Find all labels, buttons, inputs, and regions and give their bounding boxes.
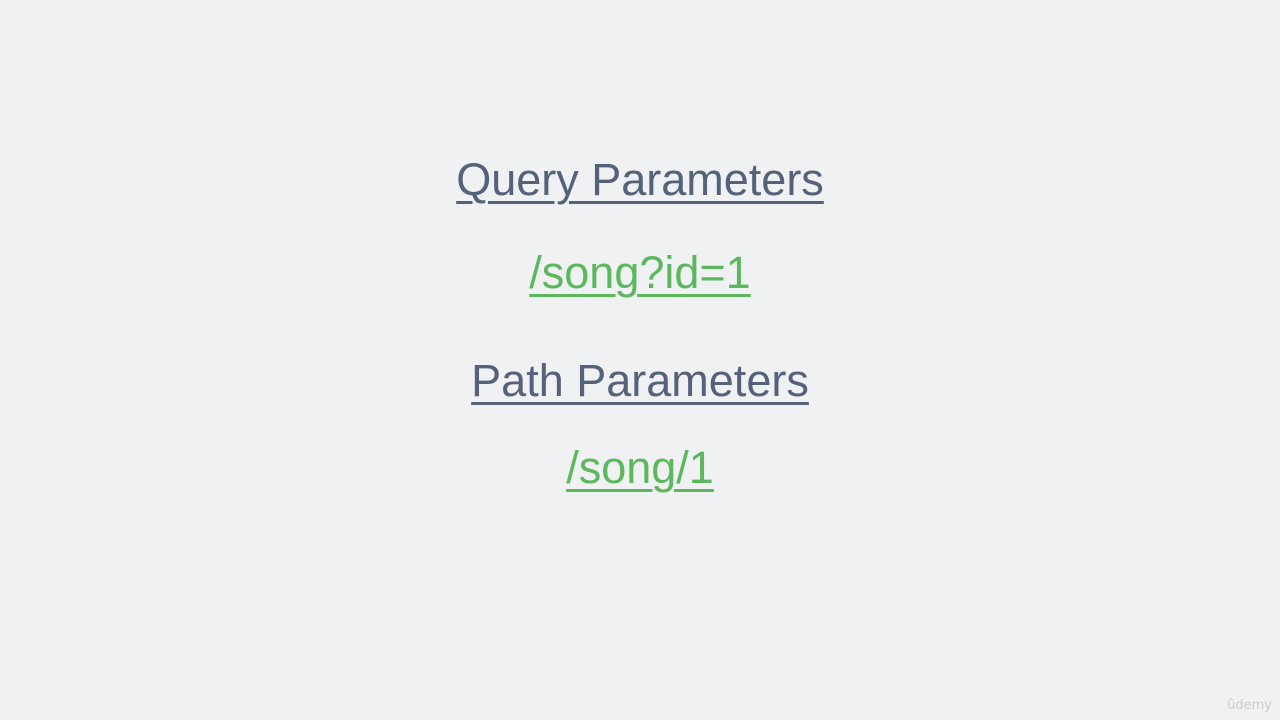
- path-parameters-heading: Path Parameters: [471, 355, 809, 406]
- query-parameters-heading: Query Parameters: [456, 154, 824, 205]
- path-parameters-example-line: /song/1: [0, 440, 1280, 496]
- query-parameters-example: /song?id=1: [529, 247, 751, 298]
- query-parameters-example-line: /song?id=1: [0, 245, 1280, 301]
- slide: Query Parameters /song?id=1 Path Paramet…: [0, 0, 1280, 720]
- path-parameters-heading-line: Path Parameters: [0, 353, 1280, 409]
- query-parameters-heading-line: Query Parameters: [0, 152, 1280, 208]
- path-parameters-example: /song/1: [566, 442, 714, 493]
- udemy-watermark: ûdemy: [1227, 698, 1272, 713]
